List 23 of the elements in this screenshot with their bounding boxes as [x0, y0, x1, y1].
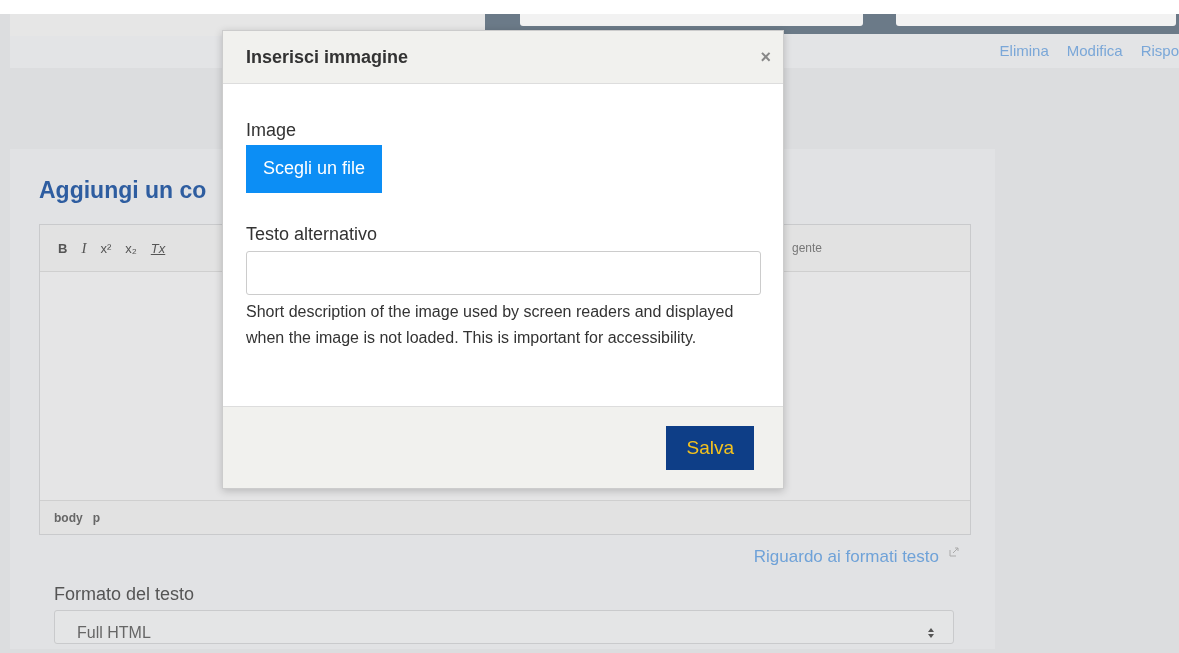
toolbar-label: gente	[791, 241, 822, 255]
element-path[interactable]: p	[92, 510, 100, 525]
dialog-title: Inserisci immagine	[246, 46, 409, 68]
toolbar-button[interactable]: x₂	[125, 240, 137, 256]
header-field[interactable]	[896, 14, 1176, 26]
header-field[interactable]	[520, 14, 863, 26]
select-arrows-icon	[927, 627, 935, 639]
toolbar-button[interactable]: I	[81, 239, 87, 257]
format-label: Formato del testo	[54, 584, 196, 605]
toolbar-button[interactable]: Tx	[150, 240, 166, 256]
form-title: Aggiungi un co	[39, 177, 208, 204]
element-path[interactable]: body	[54, 510, 83, 525]
close-button[interactable]: ×	[760, 46, 771, 68]
alt-text-field[interactable]	[246, 251, 761, 295]
external-link-icon	[949, 547, 959, 557]
field-description: Short description of the image used by screen readers and displayed when the image is not loaded. This is important for accessibility.	[246, 302, 735, 348]
format-select[interactable]: Full HTML	[54, 610, 954, 644]
image-label: Image	[246, 120, 298, 141]
choose-file-button[interactable]: Scegli un file	[246, 145, 383, 193]
toolbar-button[interactable]: x²	[100, 240, 112, 256]
alt-text-label: Testo alternativo	[246, 224, 379, 245]
save-button[interactable]: Salva	[666, 425, 754, 470]
toolbar-button[interactable]: B	[58, 240, 68, 256]
